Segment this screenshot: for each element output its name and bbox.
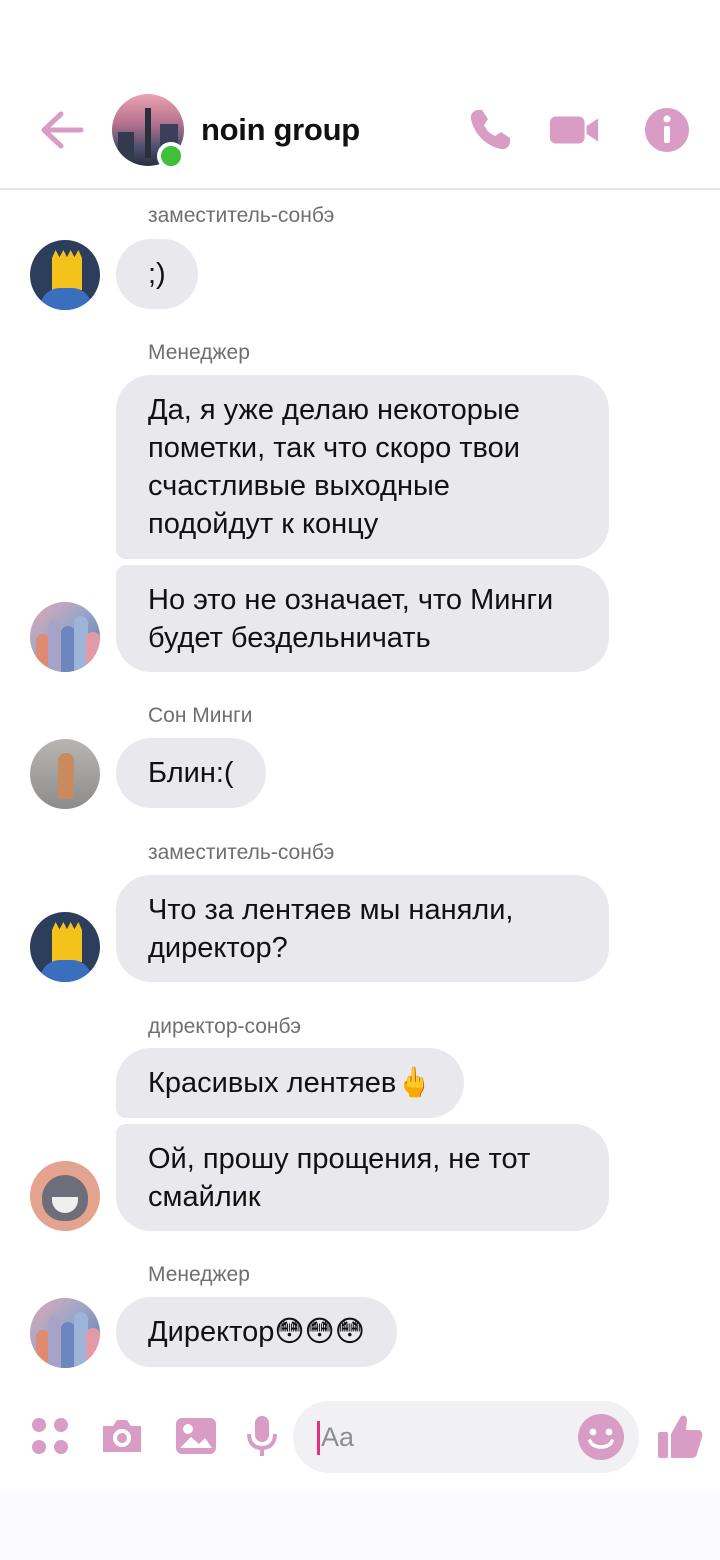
avatar[interactable] [30,739,100,809]
message-bubble[interactable]: Что за лентяев мы наняли, директор? [116,875,609,982]
message-bubble[interactable]: Ой, прошу прощения, не тот смайлик [116,1124,609,1231]
phone-icon[interactable] [464,104,516,156]
message-bubble[interactable]: ;) [116,239,198,309]
avatar[interactable] [30,1161,100,1231]
sender-name: заместитель-сонбэ [148,204,335,227]
message-input[interactable]: Aa [293,1401,639,1473]
info-icon[interactable] [641,104,693,156]
text-caret [317,1421,320,1455]
microphone-icon[interactable] [236,1410,288,1462]
apps-icon[interactable] [24,1410,76,1462]
camera-icon[interactable] [96,1410,148,1462]
online-indicator [157,142,185,170]
sender-name: заместитель-сонбэ [148,841,335,864]
emoji-icon[interactable] [577,1413,625,1461]
back-arrow-icon[interactable] [36,104,88,156]
chat-title[interactable]: noin group [201,112,360,148]
message-bubble[interactable]: Но это не означает, что Минги будет безд… [116,565,609,672]
message-bubble[interactable]: Блин:( [116,738,266,808]
avatar[interactable] [30,1298,100,1368]
avatar[interactable] [30,240,100,310]
sender-name: Сон Минги [148,704,253,727]
avatar[interactable] [30,912,100,982]
message-bubble[interactable]: Красивых лентяев🖕 [116,1048,465,1118]
image-icon[interactable] [170,1410,222,1462]
message-bubble[interactable]: Директор😳😳😳 [116,1297,398,1367]
message-bubble[interactable]: Да, я уже делаю некоторые пометки, так ч… [116,375,609,559]
sender-name: директор-сонбэ [148,1015,302,1038]
avatar[interactable] [30,602,100,672]
sender-name: Менеджер [148,341,250,364]
thumbs-up-icon[interactable] [654,1410,706,1462]
bottom-safe-area [0,1490,720,1560]
sender-name: Менеджер [148,1263,250,1286]
chat-header: noin group [0,0,720,190]
message-placeholder: Aa [321,1422,355,1452]
video-camera-icon[interactable] [548,104,600,156]
